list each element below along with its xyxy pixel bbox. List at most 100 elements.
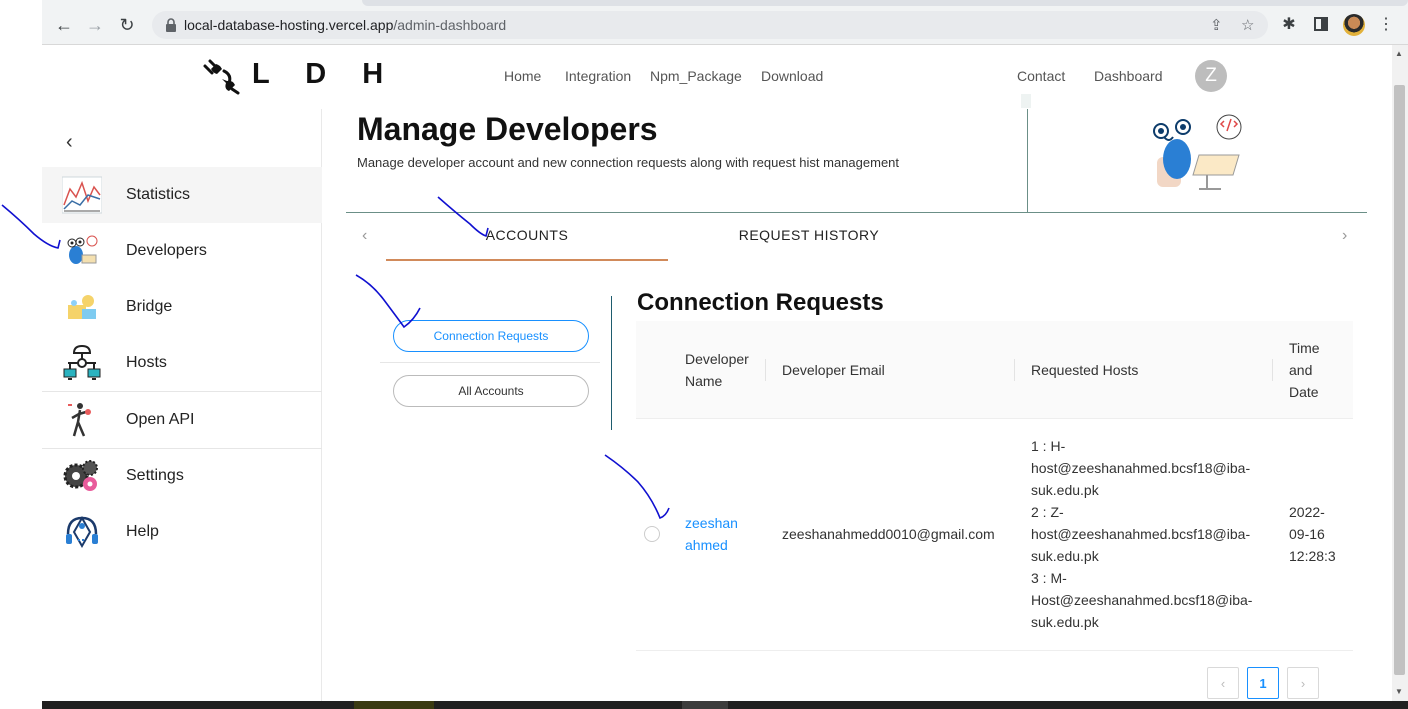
time-date-cell: 2022- 09-16 12:28:3 (1289, 501, 1336, 567)
host-line: host@zeeshanahmed.bcsf18@iba- (1031, 526, 1251, 542)
address-bar[interactable]: local-database-hosting.vercel.app/admin-… (152, 11, 1268, 39)
header-text: Name (685, 373, 723, 389)
sidebar-item-hosts[interactable]: Hosts (42, 335, 322, 391)
column-separator (1272, 359, 1273, 381)
bookmark-star-icon[interactable]: ☆ (1241, 16, 1254, 34)
logo-text[interactable]: L D H (252, 58, 397, 91)
column-header-email: Developer Email (782, 362, 885, 378)
filter-panel-divider (611, 296, 612, 430)
column-header-developer-name: Developer Name (685, 348, 749, 392)
filter-separator (380, 362, 600, 363)
sidebar-item-settings[interactable]: Settings (42, 448, 322, 504)
header-marker (1021, 94, 1031, 108)
tab-request-history[interactable]: REQUEST HISTORY (668, 227, 950, 243)
sidebar-item-developers[interactable]: Developers (42, 223, 322, 279)
header-text: and (1289, 362, 1313, 378)
host-line: host@zeeshanahmed.bcsf18@iba- (1031, 460, 1251, 476)
taskbar-app-icon[interactable] (682, 701, 728, 709)
sidebar-item-statistics[interactable]: Statistics (42, 167, 322, 223)
lock-icon (166, 18, 176, 32)
nav-npm-package-link[interactable]: Npm_Package (650, 68, 742, 84)
scroll-down-arrow-icon[interactable]: ▼ (1395, 687, 1403, 696)
request-filter-panel: Connection Requests All Accounts (380, 296, 615, 430)
active-tab-underline (386, 259, 668, 261)
tab-accounts[interactable]: ACCOUNTS (386, 227, 668, 243)
nav-download-link[interactable]: Download (761, 68, 823, 84)
column-separator (765, 359, 766, 381)
page-subtitle: Manage developer account and new connect… (357, 155, 900, 170)
nav-home-link[interactable]: Home (504, 68, 541, 84)
extensions-puzzle-icon[interactable]: ✱ (1279, 14, 1299, 34)
header-text: Date (1289, 384, 1319, 400)
sidebar-item-help[interactable]: Help (42, 504, 322, 560)
column-header-requested-hosts: Requested Hosts (1031, 362, 1139, 378)
page-scrollbar[interactable]: ▲ ▼ (1392, 45, 1408, 701)
scrollbar-thumb[interactable] (1394, 85, 1405, 675)
url-host: local-database-hosting.vercel.app (184, 17, 394, 33)
nav-integration-link[interactable]: Integration (565, 68, 631, 84)
host-line: suk.edu.pk (1031, 548, 1099, 564)
scroll-up-arrow-icon[interactable]: ▲ (1395, 49, 1403, 58)
user-avatar[interactable]: Z (1195, 60, 1227, 92)
nav-dashboard-link[interactable]: Dashboard (1094, 68, 1163, 84)
sidebar-item-label: Bridge (126, 298, 173, 315)
sidebar: ‹ Statistics Developers Bridge Hosts Ope… (42, 109, 322, 701)
sidebar-item-bridge[interactable]: Bridge (42, 279, 322, 335)
connection-requests-button[interactable]: Connection Requests (393, 320, 589, 352)
side-panel-icon[interactable] (1311, 14, 1331, 34)
sidebar-item-label: Developers (126, 242, 207, 259)
developer-name-link[interactable]: zeeshan ahmed (685, 512, 755, 556)
bridge-icon (68, 295, 96, 319)
browser-toolbar: ← → ↻ local-database-hosting.vercel.app/… (42, 0, 1408, 45)
row-select-radio[interactable] (644, 526, 660, 542)
tabs-scroll-left-icon[interactable]: ‹ (362, 227, 367, 245)
screen-left-margin (0, 0, 42, 709)
table-row[interactable]: zeeshan ahmed zeeshanahmedd0010@gmail.co… (636, 419, 1353, 651)
back-arrow-icon[interactable]: ← (52, 13, 76, 37)
logo-plug-icon (203, 59, 240, 95)
cell-text: zeeshan (685, 515, 738, 531)
cell-text: ahmed (685, 537, 728, 553)
cell-text: 09-16 (1289, 526, 1325, 542)
browser-profile-avatar[interactable] (1343, 14, 1365, 36)
all-accounts-button[interactable]: All Accounts (393, 375, 589, 407)
screen: ← → ↻ local-database-hosting.vercel.app/… (0, 0, 1408, 709)
tabs-bar: ‹ ACCOUNTS REQUEST HISTORY › (346, 217, 1367, 263)
sidebar-item-label: Open API (126, 411, 195, 428)
header-text: Developer (685, 351, 749, 367)
pagination-prev-button[interactable]: ‹ (1207, 667, 1239, 699)
host-line: 3 : M- (1031, 570, 1067, 586)
requested-hosts-cell: 1 : H- host@zeeshanahmed.bcsf18@iba- suk… (1031, 435, 1252, 633)
host-line: suk.edu.pk (1031, 614, 1099, 630)
taskbar-app-icon[interactable] (354, 701, 434, 709)
table-header: Developer Name Developer Email Requested… (636, 321, 1353, 419)
browser-menu-icon[interactable]: ⋮ (1376, 14, 1396, 34)
settings-gears-icon (63, 460, 98, 491)
main-content: Manage Developers Manage developer accou… (322, 109, 1392, 701)
share-icon[interactable]: ⇪ (1210, 16, 1223, 34)
host-line: suk.edu.pk (1031, 482, 1099, 498)
sidebar-item-label: Hosts (126, 354, 167, 371)
reload-icon[interactable]: ↻ (115, 13, 139, 37)
pagination-next-button[interactable]: › (1287, 667, 1319, 699)
url-path: /admin-dashboard (393, 17, 507, 33)
hosts-network-icon (63, 344, 101, 380)
site-header: L D H Home Integration Npm_Package Downl… (42, 45, 1392, 109)
connection-requests-table: Developer Name Developer Email Requested… (636, 321, 1353, 651)
page-title: Manage Developers (357, 111, 658, 147)
cell-text: 2022- (1289, 504, 1325, 520)
host-line: 2 : Z- (1031, 504, 1064, 520)
host-line: Host@zeeshanahmed.bcsf18@iba- (1031, 592, 1253, 608)
sidebar-item-open-api[interactable]: Open API (42, 392, 322, 448)
developer-email-cell: zeeshanahmedd0010@gmail.com (782, 526, 995, 542)
hero-divider (346, 212, 1367, 213)
pagination-page-button[interactable]: 1 (1247, 667, 1279, 699)
open-api-icon (68, 403, 91, 437)
sidebar-collapse-chevron-icon[interactable]: ‹ (66, 131, 73, 154)
nav-contact-link[interactable]: Contact (1017, 68, 1065, 84)
tabs-scroll-right-icon[interactable]: › (1342, 227, 1347, 245)
column-separator (1014, 359, 1015, 381)
forward-arrow-icon[interactable]: → (83, 13, 107, 37)
url-text: local-database-hosting.vercel.app/admin-… (184, 17, 506, 33)
developer-mascot-illustration (1153, 114, 1242, 190)
